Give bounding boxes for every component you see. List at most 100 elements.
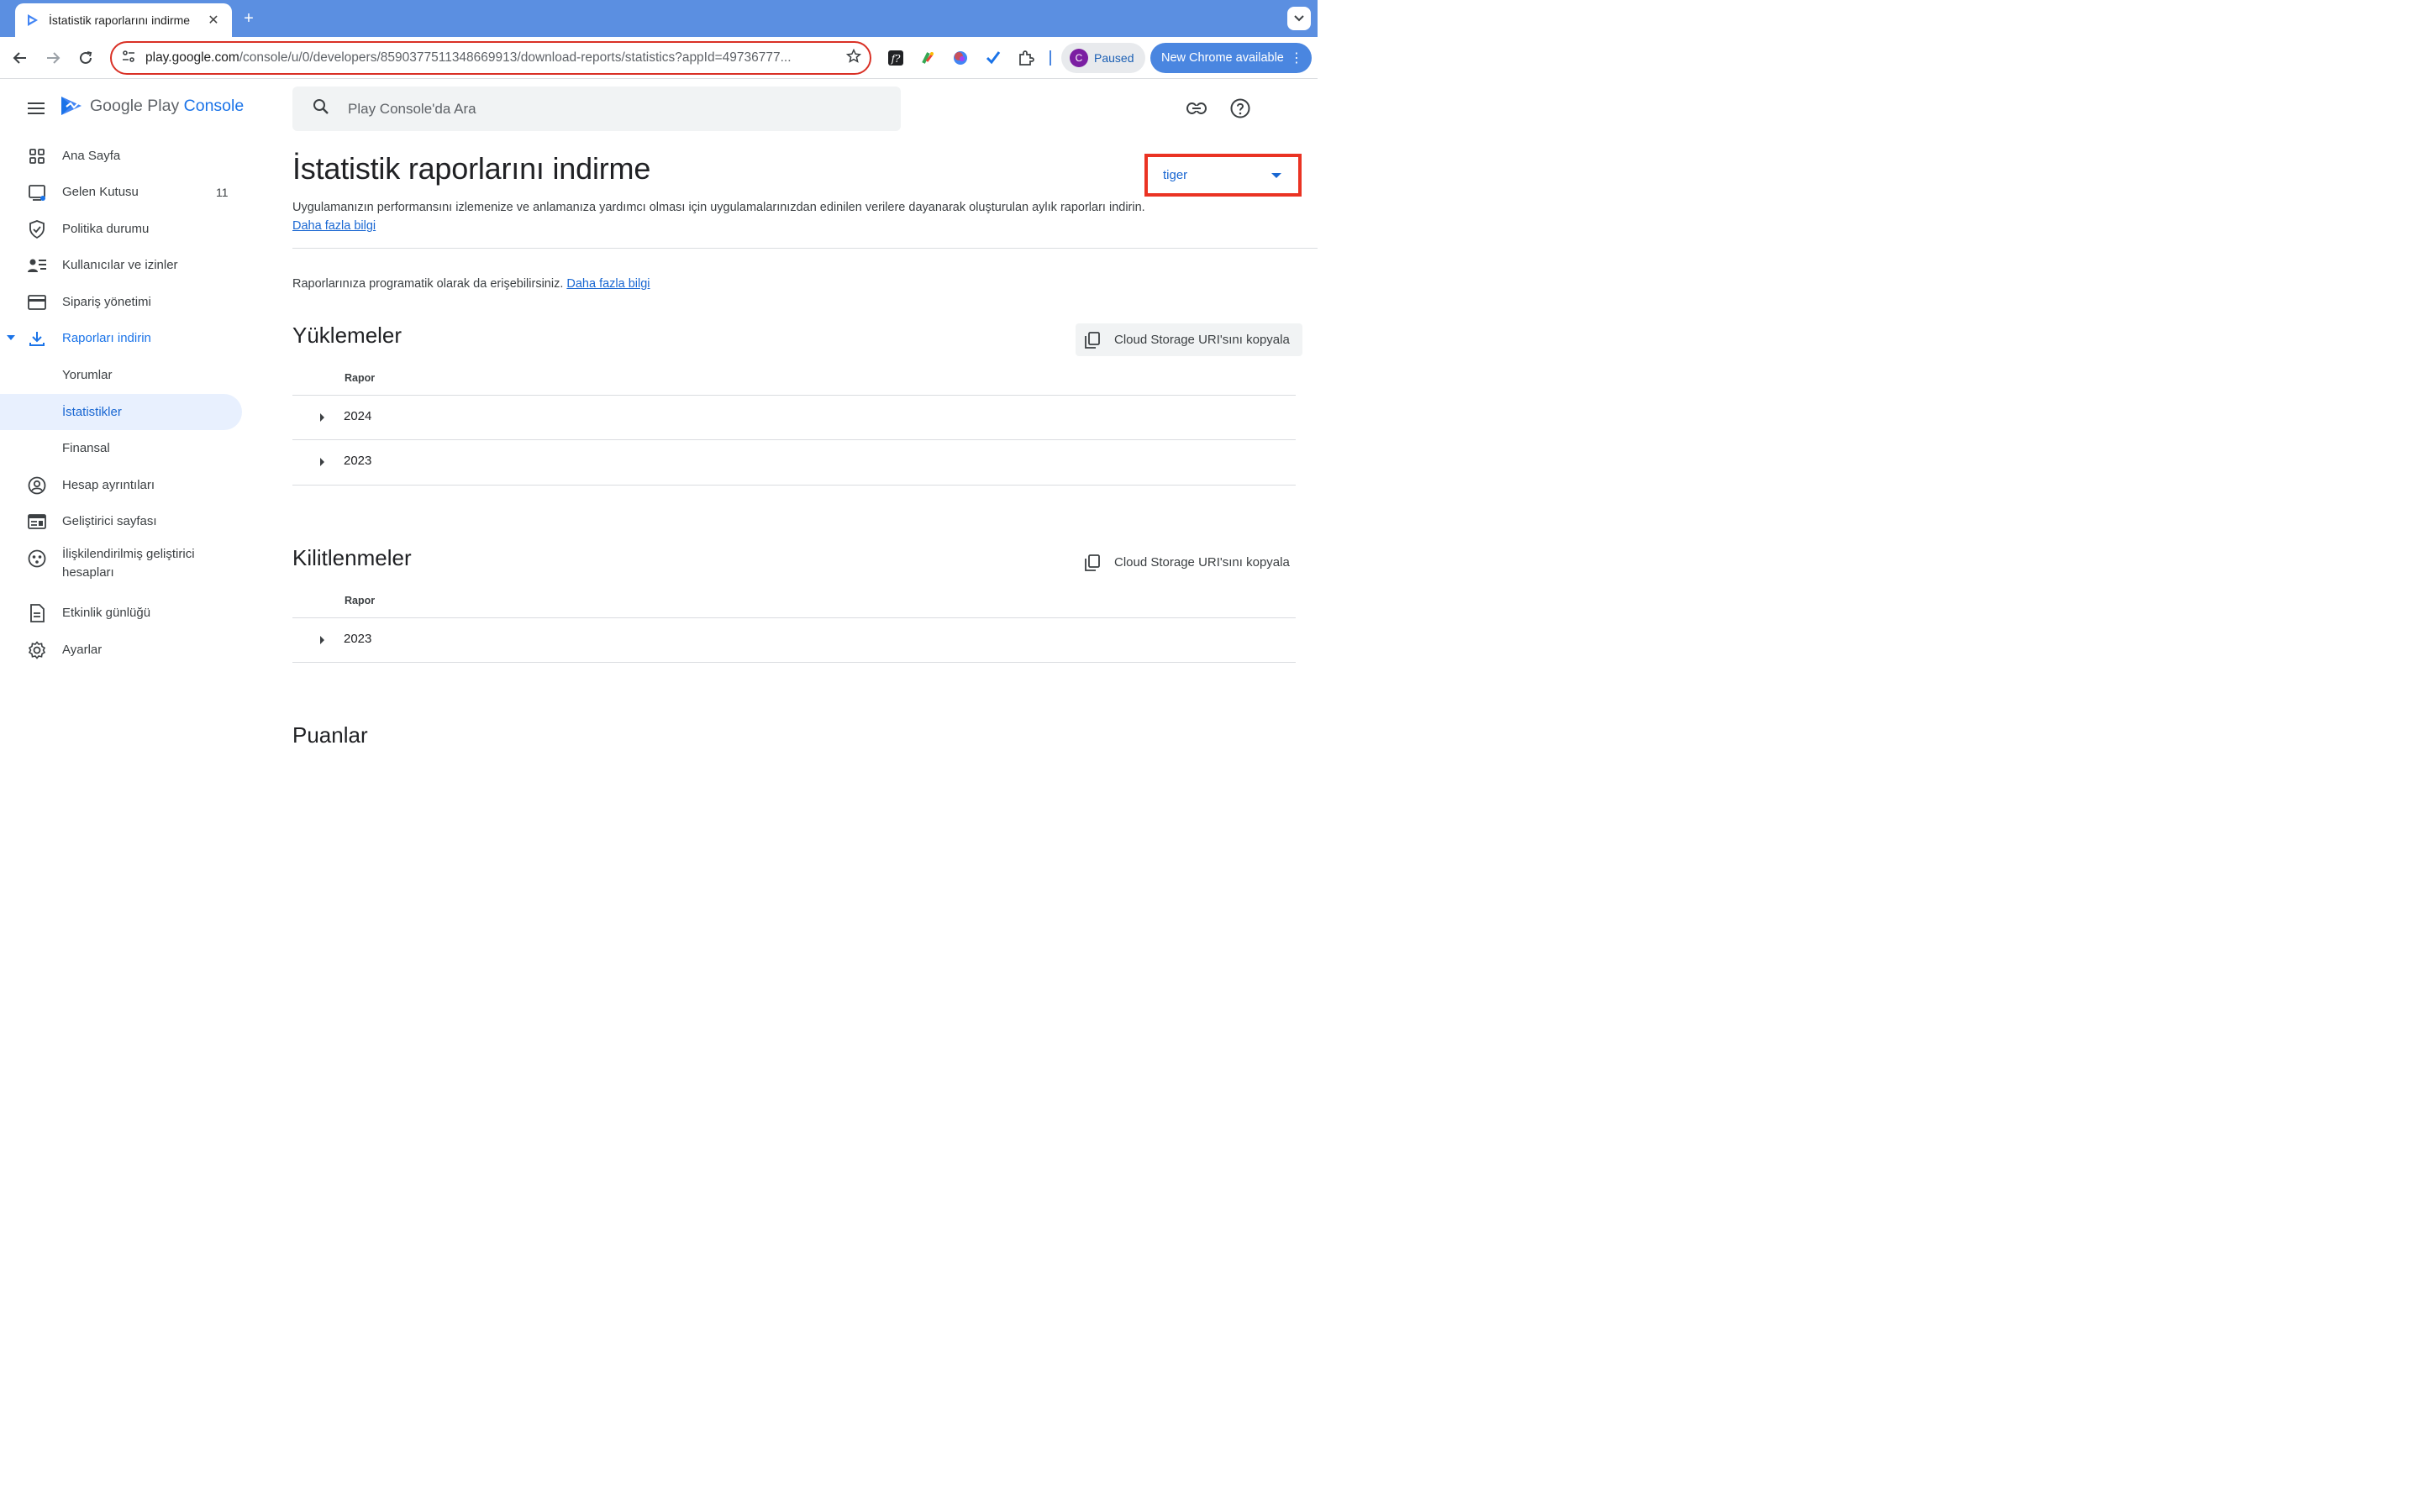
new-tab-plus-icon[interactable]: + <box>239 8 259 29</box>
reload-icon[interactable] <box>75 47 97 69</box>
sidebar-item-gelen-kutusu[interactable]: Gelen Kutusu 11 <box>0 174 242 210</box>
section-title-crashes: Kilitlenmeler <box>292 545 412 570</box>
browser-tab-strip: İstatistik raporlarını indirme ✕ + <box>0 0 1318 37</box>
sidebar-item-label: Sipariş yönetimi <box>62 295 151 309</box>
sidebar-item-hesap-ayrintilari[interactable]: Hesap ayrıntıları <box>0 467 242 503</box>
sidebar-item-gelistirici-sayfasi[interactable]: Geliştirici sayfası <box>0 503 242 539</box>
copy-cloud-storage-uri-button[interactable]: Cloud Storage URI'sını kopyala <box>1076 546 1302 579</box>
browser-toolbar: play.google.com/console/u/0/developers/8… <box>0 37 1318 79</box>
copy-label: Cloud Storage URI'sını kopyala <box>1114 555 1290 570</box>
browser-tab[interactable]: İstatistik raporlarını indirme ✕ <box>15 3 232 37</box>
url-text: play.google.com/console/u/0/developers/8… <box>145 50 792 65</box>
profile-status-label: Paused <box>1094 51 1134 65</box>
forward-arrow-icon[interactable] <box>42 47 64 69</box>
logo-text: Google Play Console <box>90 96 245 115</box>
help-question-icon[interactable] <box>1229 97 1251 119</box>
sidebar-subitem-yorumlar[interactable]: Yorumlar <box>0 357 242 393</box>
profile-paused-button[interactable]: C Paused <box>1061 43 1145 73</box>
section-title-installs: Yüklemeler <box>292 323 402 348</box>
formula-extension-icon[interactable]: f? <box>886 48 906 68</box>
sidebar-item-label: Kullanıcılar ve izinler <box>62 258 178 272</box>
sidebar-subitem-istatistikler[interactable]: İstatistikler <box>0 394 242 430</box>
sidebar-item-raporlari-indirin[interactable]: Raporları indirin <box>0 320 242 356</box>
hamburger-menu-icon[interactable] <box>27 101 45 116</box>
expanded-caret-icon[interactable] <box>7 335 15 340</box>
inbox-count-badge: 11 <box>216 185 229 199</box>
sidebar-item-etkinlik-gunlugu[interactable]: Etkinlik günlüğü <box>0 595 242 631</box>
table-row[interactable]: 2023 <box>292 618 1296 662</box>
table-row[interactable]: 2023 <box>292 440 1296 484</box>
copy-icon <box>1084 331 1101 349</box>
search-icon <box>313 98 329 119</box>
expand-caret-icon[interactable] <box>320 458 324 466</box>
sidebar-item-siparis-yonetimi[interactable]: Sipariş yönetimi <box>0 284 242 320</box>
colorful-orb-extension-icon[interactable] <box>950 48 971 68</box>
sidebar-item-kullanicilar[interactable]: Kullanıcılar ve izinler <box>0 247 242 283</box>
credit-card-icon <box>27 292 47 312</box>
table-divider <box>292 485 1296 486</box>
shield-check-icon <box>27 219 47 239</box>
site-info-icon[interactable] <box>122 50 135 67</box>
programmatic-learn-more-link[interactable]: Daha fazla bilgi <box>566 277 650 291</box>
sidebar-item-label: Gelen Kutusu <box>62 185 139 199</box>
column-header-rapor: Rapor <box>345 595 376 606</box>
back-arrow-icon[interactable] <box>9 47 31 69</box>
copy-label: Cloud Storage URI'sını kopyala <box>1114 333 1290 347</box>
settings-gear-icon <box>27 640 47 660</box>
profile-avatar: C <box>1070 49 1088 67</box>
sidebar-item-label: Hesap ayrıntıları <box>62 478 155 492</box>
table-row[interactable]: 2024 <box>292 396 1296 439</box>
extensions-puzzle-icon[interactable] <box>1016 48 1036 68</box>
toolbar-separator <box>1050 50 1051 66</box>
more-vert-icon[interactable]: ⋮ <box>1290 50 1303 66</box>
table-divider <box>292 662 1296 663</box>
sidebar-item-ana-sayfa[interactable]: Ana Sayfa <box>0 138 242 174</box>
new-chrome-available-button[interactable]: New Chrome available ⋮ <box>1150 43 1312 73</box>
page-title: İstatistik raporlarını indirme <box>292 151 651 186</box>
programmatic-access-text: Raporlarınıza programatik olarak da eriş… <box>292 277 650 291</box>
sidebar-item-ayarlar[interactable]: Ayarlar <box>0 632 242 668</box>
sidebar: Google Play Console Ana Sayfa Gelen Kutu… <box>0 80 252 823</box>
tab-title: İstatistik raporlarını indirme <box>49 13 191 27</box>
dashboard-icon <box>27 146 47 166</box>
sidebar-item-label: İstatistikler <box>62 405 122 419</box>
svg-text:f?: f? <box>891 53 901 65</box>
inbox-icon <box>27 182 47 202</box>
sidebar-item-label: Ana Sayfa <box>62 149 121 163</box>
link-icon[interactable] <box>1186 97 1207 119</box>
sidebar-item-label: Yorumlar <box>62 368 113 382</box>
expand-caret-icon[interactable] <box>320 636 324 644</box>
tab-close-icon[interactable]: ✕ <box>205 12 222 29</box>
page-description: Uygulamanızın performansını izlemenize v… <box>292 201 1145 233</box>
users-permissions-icon <box>27 255 47 276</box>
play-console-logo[interactable]: Google Play Console <box>60 95 244 117</box>
play-console-logo-icon <box>61 97 82 115</box>
sidebar-item-politika-durumu[interactable]: Politika durumu <box>0 211 242 247</box>
report-year: 2024 <box>344 409 372 423</box>
dropdown-caret-icon <box>1271 173 1281 178</box>
learn-more-link[interactable]: Daha fazla bilgi <box>292 219 376 233</box>
tab-search-chevron-icon[interactable] <box>1287 7 1311 30</box>
sidebar-item-label: İlişkilendirilmiş geliştirici hesapları <box>62 547 195 580</box>
developer-page-icon <box>27 512 47 532</box>
search-placeholder: Play Console'da Ara <box>348 100 476 117</box>
column-header-rapor: Rapor <box>345 372 376 384</box>
report-year: 2023 <box>344 454 372 468</box>
sidebar-item-label: Etkinlik günlüğü <box>62 606 151 620</box>
sidebar-item-label: Finansal <box>62 441 110 455</box>
screen: İstatistik raporlarını indirme ✕ + play.… <box>0 0 1318 823</box>
color-picker-extension-icon[interactable] <box>918 48 939 68</box>
app-selector-value: tiger <box>1163 168 1188 182</box>
download-icon <box>27 328 47 349</box>
address-bar[interactable]: play.google.com/console/u/0/developers/8… <box>110 41 871 75</box>
expand-caret-icon[interactable] <box>320 413 324 422</box>
search-input[interactable]: Play Console'da Ara <box>292 87 901 131</box>
account-circle-icon <box>27 475 47 496</box>
copy-cloud-storage-uri-button[interactable]: Cloud Storage URI'sını kopyala <box>1076 323 1302 356</box>
report-year: 2023 <box>344 632 372 646</box>
sidebar-item-iliskilendirilmis-hesaplar[interactable]: İlişkilendirilmiş geliştirici hesapları <box>0 540 242 587</box>
sidebar-subitem-finansal[interactable]: Finansal <box>0 430 242 466</box>
bookmark-star-icon[interactable] <box>845 48 862 68</box>
checkmark-extension-icon[interactable] <box>983 48 1003 68</box>
app-selector-dropdown[interactable]: tiger <box>1144 154 1302 197</box>
